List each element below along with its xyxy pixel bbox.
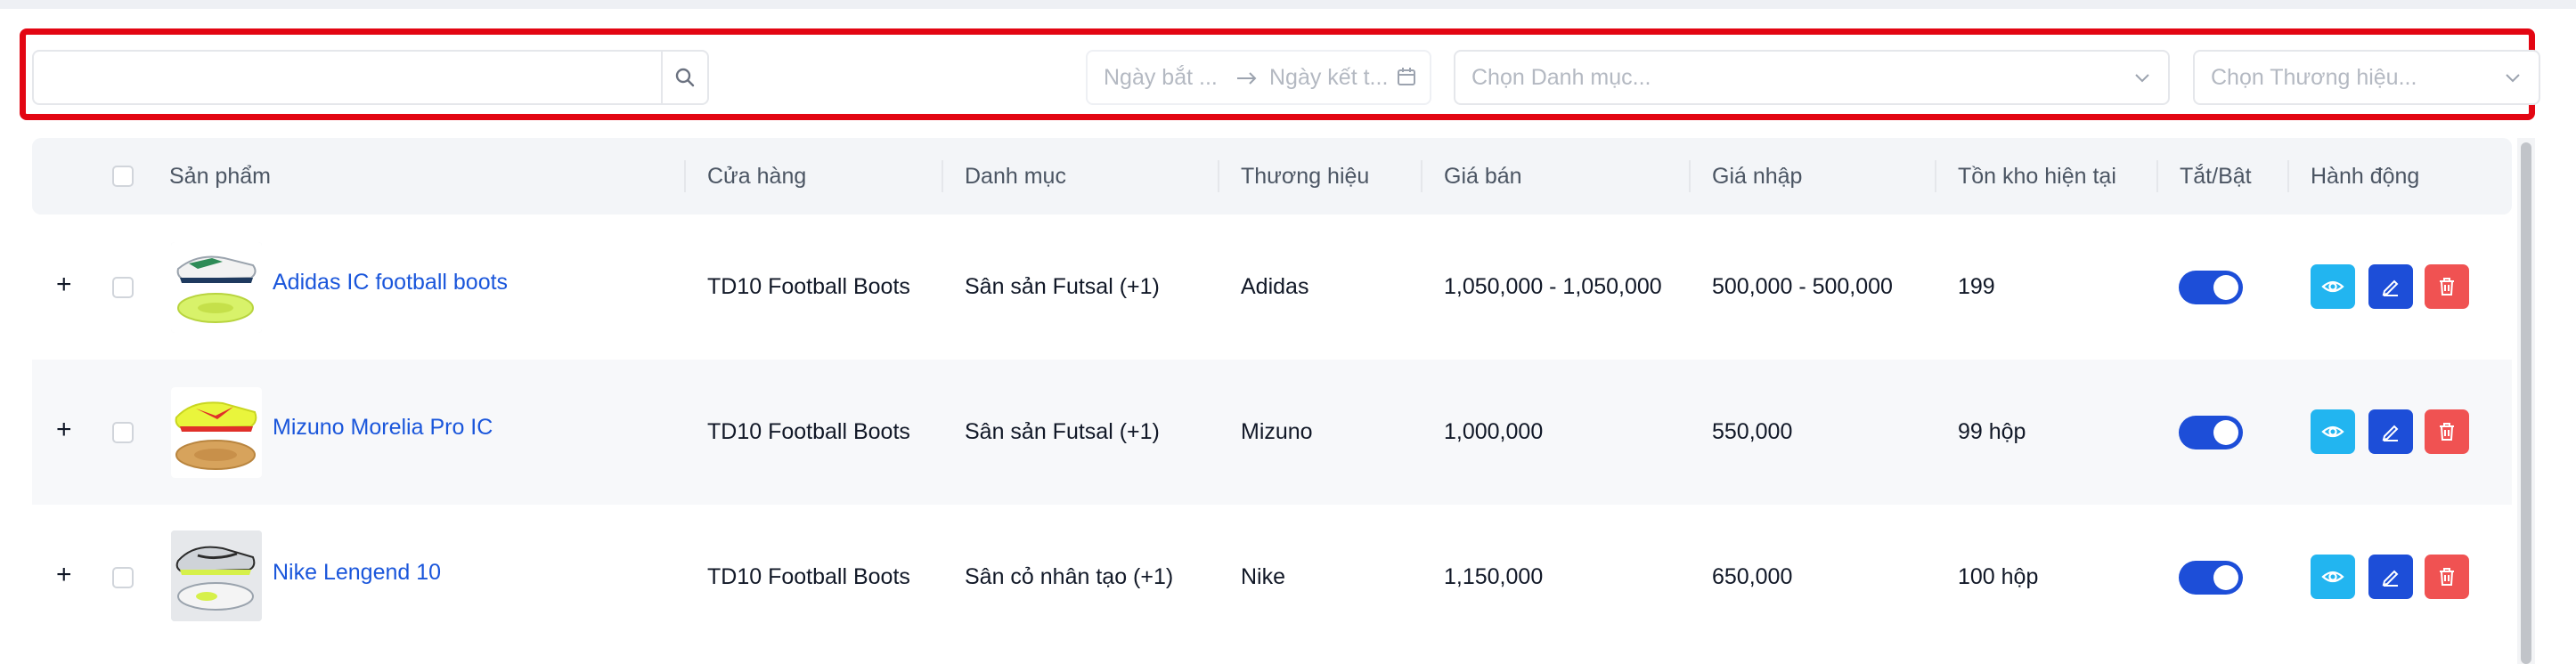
row-checkbox[interactable] xyxy=(112,567,134,588)
category-cell: Sân cỏ nhân tạo (+1) xyxy=(965,564,1174,589)
edit-button[interactable] xyxy=(2368,555,2413,599)
edit-button[interactable] xyxy=(2368,264,2413,309)
edit-button[interactable] xyxy=(2368,409,2413,454)
category-select-placeholder: Chọn Danh mục... xyxy=(1471,64,1651,90)
delete-button[interactable] xyxy=(2425,409,2469,454)
toggle-knob xyxy=(2213,275,2238,300)
select-all-checkbox[interactable] xyxy=(112,166,134,187)
shoe-image xyxy=(171,387,262,478)
column-divider xyxy=(2156,160,2158,192)
chevron-down-icon xyxy=(2506,74,2520,83)
expand-row-button[interactable]: + xyxy=(56,270,72,300)
column-header-stock[interactable]: Tồn kho hiện tại xyxy=(1958,138,2116,215)
column-header-category[interactable]: Danh mục xyxy=(965,138,1066,215)
column-divider xyxy=(942,160,943,192)
product-name-link[interactable]: Nike Lengend 10 xyxy=(273,560,441,586)
eye-icon xyxy=(2321,571,2344,583)
toggle-knob xyxy=(2213,565,2238,590)
date-range-picker[interactable]: Ngày bắt ... Ngày kết t... xyxy=(1086,50,1431,105)
product-thumbnail xyxy=(171,387,262,478)
trash-icon xyxy=(2440,278,2454,296)
search-icon xyxy=(675,68,695,87)
status-toggle[interactable] xyxy=(2179,416,2243,449)
stock-cell: 100 hộp xyxy=(1958,564,2039,589)
shoe-image xyxy=(171,530,262,621)
price-cell: 1,000,000 xyxy=(1444,419,1544,444)
brand-cell: Adidas xyxy=(1241,274,1309,299)
calendar-icon xyxy=(1398,68,1415,85)
row-checkbox[interactable] xyxy=(112,277,134,298)
search-box xyxy=(32,50,709,105)
category-cell: Sân sản Futsal (+1) xyxy=(965,419,1160,444)
view-button[interactable] xyxy=(2311,264,2355,309)
status-toggle[interactable] xyxy=(2179,271,2243,304)
product-thumbnail xyxy=(171,242,262,333)
column-divider xyxy=(1218,160,1219,192)
vertical-scrollbar-thumb[interactable] xyxy=(2521,142,2531,664)
pencil-icon xyxy=(2382,425,2399,441)
toggle-knob xyxy=(2213,420,2238,445)
price-cell: 1,050,000 - 1,050,000 xyxy=(1444,274,1662,299)
row-checkbox[interactable] xyxy=(112,422,134,443)
delete-button[interactable] xyxy=(2425,555,2469,599)
chevron-down-icon xyxy=(2135,74,2149,83)
column-divider xyxy=(1689,160,1691,192)
search-button[interactable] xyxy=(661,52,707,103)
price-cell: 1,150,000 xyxy=(1444,564,1544,589)
pencil-icon xyxy=(2382,279,2399,296)
view-button[interactable] xyxy=(2311,555,2355,599)
expand-row-button[interactable]: + xyxy=(56,415,72,445)
top-strip xyxy=(0,0,2576,9)
brand-select-placeholder: Chọn Thương hiệu... xyxy=(2211,64,2417,90)
cost-cell: 500,000 - 500,000 xyxy=(1712,274,1893,299)
eye-icon xyxy=(2321,425,2344,438)
store-cell: TD10 Football Boots xyxy=(707,274,910,299)
column-divider xyxy=(1421,160,1423,192)
column-header-price[interactable]: Giá bán xyxy=(1444,138,1522,215)
column-header-product[interactable]: Sản phẩm xyxy=(169,138,271,215)
trash-icon xyxy=(2440,423,2454,441)
store-cell: TD10 Football Boots xyxy=(707,419,910,444)
pencil-icon xyxy=(2382,570,2399,587)
column-header-store[interactable]: Cửa hàng xyxy=(707,138,806,215)
brand-select[interactable]: Chọn Thương hiệu... xyxy=(2193,50,2540,105)
column-divider xyxy=(684,160,686,192)
column-header-toggle[interactable]: Tắt/Bật xyxy=(2180,138,2252,215)
brand-cell: Mizuno xyxy=(1241,419,1313,444)
cost-cell: 550,000 xyxy=(1712,419,1793,444)
eye-icon xyxy=(2321,280,2344,293)
date-end-input[interactable]: Ngày kết t... xyxy=(1269,65,1388,91)
date-start-input[interactable]: Ngày bắt ... xyxy=(1104,65,1218,91)
column-header-cost[interactable]: Giá nhập xyxy=(1712,138,1802,215)
trash-icon xyxy=(2440,568,2454,586)
product-name-link[interactable]: Adidas IC football boots xyxy=(273,270,508,296)
column-divider xyxy=(1935,160,1936,192)
brand-cell: Nike xyxy=(1241,564,1286,589)
expand-row-button[interactable]: + xyxy=(56,560,72,590)
product-thumbnail xyxy=(171,530,262,621)
category-cell: Sân sản Futsal (+1) xyxy=(965,274,1160,299)
stock-cell: 99 hộp xyxy=(1958,419,2026,444)
category-select[interactable]: Chọn Danh mục... xyxy=(1454,50,2170,105)
column-divider xyxy=(2287,160,2289,192)
column-header-actions: Hành động xyxy=(2311,163,2420,189)
arrow-right-icon xyxy=(1237,72,1257,85)
search-input[interactable] xyxy=(34,52,664,103)
column-header-brand[interactable]: Thương hiệu xyxy=(1241,138,1369,215)
view-button[interactable] xyxy=(2311,409,2355,454)
status-toggle[interactable] xyxy=(2179,561,2243,595)
store-cell: TD10 Football Boots xyxy=(707,564,910,589)
product-name-link[interactable]: Mizuno Morelia Pro IC xyxy=(273,415,493,441)
delete-button[interactable] xyxy=(2425,264,2469,309)
shoe-image xyxy=(171,242,262,333)
cost-cell: 650,000 xyxy=(1712,564,1793,589)
stock-cell: 199 xyxy=(1958,274,1995,299)
